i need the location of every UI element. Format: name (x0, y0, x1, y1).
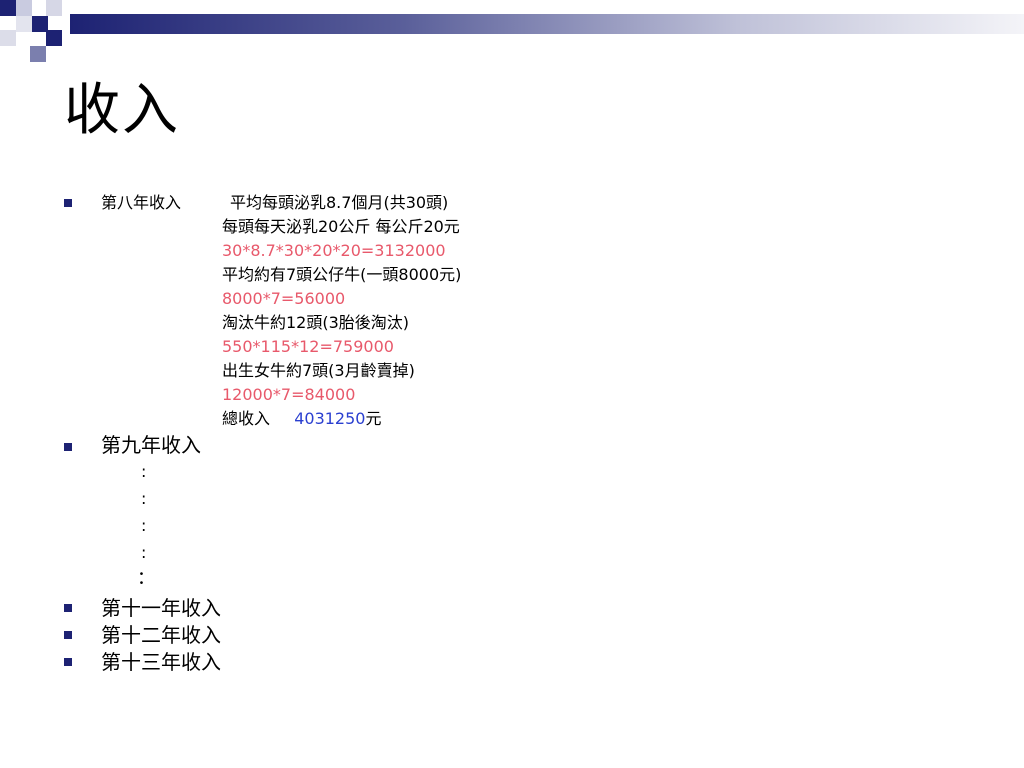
ellipsis-colon: : (141, 516, 147, 535)
year8-label: 第八年收入 (101, 193, 182, 212)
header-gradient-bar (70, 14, 1024, 34)
bullet-marker (64, 199, 72, 207)
year8-calc: 30*8.7*30*20*20=3132000 (222, 241, 446, 260)
decor-square-mid (30, 46, 46, 62)
ellipsis-colon: : (141, 543, 147, 562)
year13-label: 第十三年收入 (101, 650, 221, 674)
bullet-marker (64, 443, 72, 451)
total-value: 4031250 (294, 409, 366, 428)
year8-line: 每頭每天泌乳20公斤 每公斤20元 (222, 217, 460, 236)
total-label: 總收入 (222, 409, 271, 428)
total-unit: 元 (365, 409, 382, 428)
decor-square-light (16, 0, 32, 16)
year8-line: 淘汰牛約12頭(3胎後淘汰) (222, 313, 410, 332)
header-decoration (0, 0, 1024, 62)
bullet-marker (64, 658, 72, 666)
year8-line: 出生女牛約7頭(3月齡賣掉) (222, 361, 415, 380)
year12-label: 第十二年收入 (101, 623, 221, 647)
year8-total: 總收入 4031250元 (222, 407, 381, 431)
year8-calc: 12000*7=84000 (222, 385, 356, 404)
decor-square-light (46, 0, 62, 16)
decor-square-light (0, 30, 16, 46)
year8-line: 平均每頭泌乳8.7個月(共30頭) (230, 193, 449, 212)
slide-title: 收入 (64, 78, 180, 143)
year8-calc: 550*115*12=759000 (222, 337, 394, 356)
year9-label: 第九年收入 (101, 433, 201, 457)
decor-square-navy (0, 0, 16, 16)
ellipsis-colon: : (141, 462, 147, 481)
year8-calc: 8000*7=56000 (222, 289, 346, 308)
bullet-marker (64, 604, 72, 612)
year8-line: 平均約有7頭公仔牛(一頭8000元) (222, 265, 462, 284)
decor-square-light (16, 16, 32, 32)
decor-square-navy (46, 30, 62, 46)
bullet-marker (64, 631, 72, 639)
year11-label: 第十一年收入 (101, 596, 221, 620)
ellipsis-colon: ： (137, 568, 155, 589)
ellipsis-colon: : (141, 489, 147, 508)
